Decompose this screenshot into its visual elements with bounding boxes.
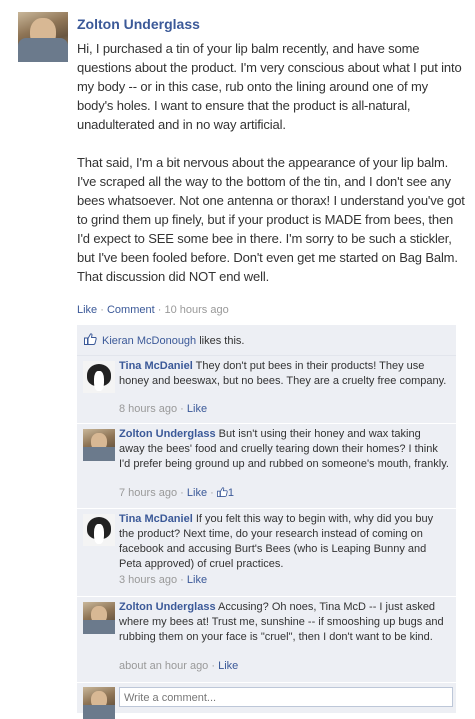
comments-panel: Kieran McDonough likes this. Tina McDani… bbox=[77, 325, 456, 719]
comment-text-block: Tina McDaniel If you felt this way to be… bbox=[119, 512, 449, 572]
write-comment-input[interactable]: Write a comment... bbox=[119, 687, 453, 707]
avatar-blanket bbox=[83, 447, 115, 461]
post-author-link[interactable]: Zolton Underglass bbox=[77, 16, 200, 32]
like-count: 1 bbox=[227, 487, 235, 499]
avatar-blanket bbox=[83, 620, 115, 634]
commenter-name-link[interactable]: Zolton Underglass bbox=[119, 601, 216, 613]
comment-meta: 7 hours ago · Like · 1 bbox=[119, 487, 234, 499]
write-comment-row: Write a comment... bbox=[77, 687, 456, 719]
avatar-dog-blaze bbox=[94, 371, 104, 391]
author-avatar[interactable] bbox=[18, 12, 68, 62]
avatar-dog-blaze bbox=[94, 524, 104, 544]
likes-suffix: likes this. bbox=[196, 335, 245, 347]
comment-timestamp[interactable]: 7 hours ago bbox=[119, 487, 177, 499]
comment-item: Zolton Underglass Accusing? Oh noes, Tin… bbox=[77, 596, 456, 683]
comment-like-count[interactable]: 1 bbox=[216, 487, 235, 499]
commenter-name-link[interactable]: Tina McDaniel bbox=[119, 513, 193, 525]
separator-dot: · bbox=[100, 304, 104, 316]
separator-dot: · bbox=[180, 403, 184, 415]
commenter-name-link[interactable]: Tina McDaniel bbox=[119, 360, 193, 372]
comment-timestamp[interactable]: about an hour ago bbox=[119, 660, 208, 672]
thumbs-up-icon-svg bbox=[84, 333, 97, 345]
post-timestamp[interactable]: 10 hours ago bbox=[164, 304, 228, 316]
thumbs-up-icon bbox=[216, 487, 228, 497]
commenter-name-link[interactable]: Zolton Underglass bbox=[119, 428, 216, 440]
separator-dot: · bbox=[180, 574, 184, 586]
commenter-avatar[interactable] bbox=[83, 602, 115, 634]
commenter-avatar[interactable] bbox=[83, 429, 115, 461]
comment-item: Tina McDaniel If you felt this way to be… bbox=[77, 508, 456, 597]
comment-like-link[interactable]: Like bbox=[187, 487, 207, 499]
likes-text: Kieran McDonough likes this. bbox=[102, 335, 244, 347]
comment-timestamp[interactable]: 8 hours ago bbox=[119, 403, 177, 415]
post-meta: Like · Comment · 10 hours ago bbox=[77, 304, 229, 316]
separator-dot: · bbox=[157, 304, 162, 316]
avatar-blanket bbox=[83, 705, 115, 719]
comment-text-block: Zolton Underglass But isn't using their … bbox=[119, 427, 449, 472]
comment-like-link[interactable]: Like bbox=[187, 403, 207, 415]
separator-dot: · bbox=[210, 487, 214, 499]
comment-text-block: Zolton Underglass Accusing? Oh noes, Tin… bbox=[119, 600, 449, 645]
comment-item: Zolton Underglass But isn't using their … bbox=[77, 423, 456, 509]
separator-dot: · bbox=[211, 660, 216, 672]
comment-meta: 8 hours ago · Like bbox=[119, 403, 207, 415]
avatar-blanket bbox=[18, 38, 68, 62]
thumbs-up-icon bbox=[84, 333, 97, 345]
commenter-avatar[interactable] bbox=[83, 514, 115, 546]
comment-meta: 3 hours ago · Like bbox=[119, 574, 207, 586]
post-like-link[interactable]: Like bbox=[77, 304, 97, 316]
commenter-avatar[interactable] bbox=[83, 361, 115, 393]
post-body: Hi, I purchased a tin of your lip balm r… bbox=[77, 41, 465, 284]
post-comment-link[interactable]: Comment bbox=[107, 304, 155, 316]
comment-timestamp[interactable]: 3 hours ago bbox=[119, 574, 177, 586]
likes-summary: Kieran McDonough likes this. bbox=[77, 325, 456, 356]
comment-text-block: Tina McDaniel They don't put bees in the… bbox=[119, 359, 449, 389]
separator-dot: · bbox=[180, 487, 184, 499]
comment-like-link[interactable]: Like bbox=[218, 660, 238, 672]
current-user-avatar bbox=[83, 687, 115, 719]
comment-meta: about an hour ago · Like bbox=[119, 660, 238, 672]
comment-like-link[interactable]: Like bbox=[187, 574, 207, 586]
comment-item: Tina McDaniel They don't put bees in the… bbox=[77, 355, 456, 424]
liker-name-link[interactable]: Kieran McDonough bbox=[102, 335, 196, 347]
